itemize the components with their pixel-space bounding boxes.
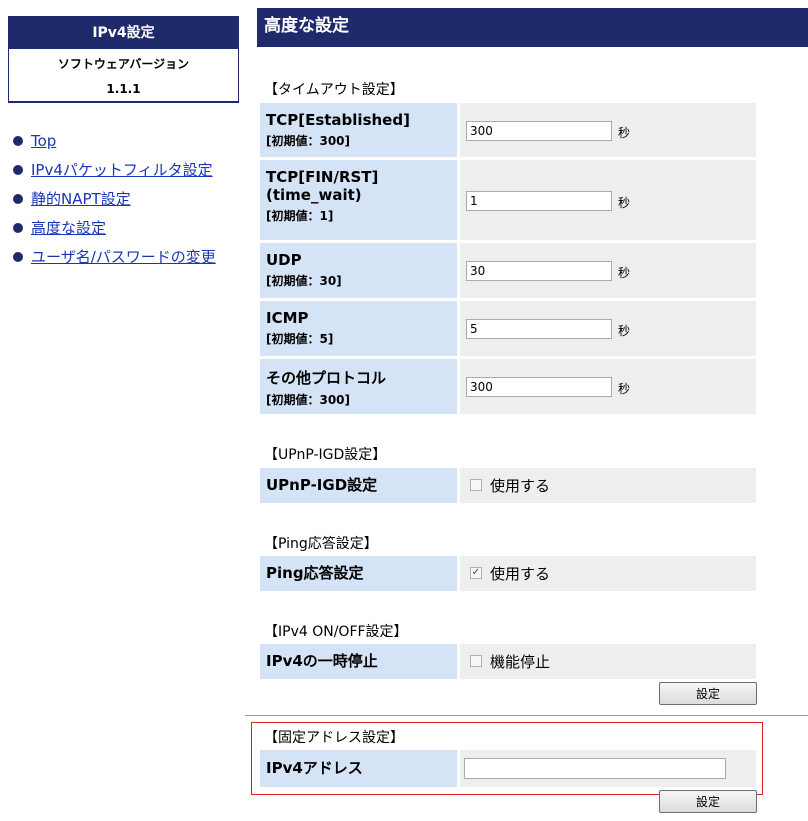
ping-section-label: 【Ping応答設定】	[264, 536, 378, 552]
tcp-fin-rst-label: TCP[FIN/RST] (time_wait) [初期値：1]	[260, 160, 457, 240]
fixed-address-set-button[interactable]: 設定	[659, 790, 757, 813]
nav-item-advanced: 高度な設定	[13, 213, 216, 242]
bullet-icon	[13, 222, 23, 233]
upnp-cell: 使用する	[460, 468, 756, 503]
icmp-label: ICMP [初期値：5]	[260, 301, 457, 356]
nav-link-password[interactable]: ユーザ名/パスワードの変更	[31, 246, 216, 267]
row-init-value: [初期値：300]	[266, 393, 351, 407]
sidebar-title: IPv4設定	[9, 17, 238, 49]
tcp-established-label: TCP[Established] [初期値：300]	[260, 103, 457, 157]
nav-link-top[interactable]: Top	[31, 132, 56, 150]
ipv4-pause-cell: 機能停止	[460, 644, 756, 679]
ipv4-address-cell	[460, 750, 756, 787]
software-version-label: ソフトウェアバージョン	[57, 57, 190, 71]
other-protocol-label: その他プロトコル [初期値：300]	[260, 359, 457, 414]
row-name: その他プロトコル	[266, 369, 387, 387]
ping-cell: ✓ 使用する	[460, 556, 756, 591]
udp-input[interactable]	[466, 261, 612, 281]
icmp-input[interactable]	[466, 319, 612, 339]
udp-cell: 秒	[460, 243, 756, 298]
page-title: 高度な設定	[257, 8, 808, 47]
unit-seconds: 秒	[618, 382, 631, 396]
nav-link-packet-filter[interactable]: IPv4パケットフィルタ設定	[31, 159, 213, 180]
nav-link-static-napt[interactable]: 静的NAPT設定	[31, 188, 131, 209]
unit-seconds: 秒	[618, 266, 631, 280]
upnp-label: UPnP-IGD設定	[260, 468, 457, 503]
row-init-value: [初期値：1]	[266, 209, 334, 223]
ipv4-address-input[interactable]	[464, 758, 726, 779]
nav-item-password: ユーザ名/パスワードの変更	[13, 242, 216, 271]
row-name-2: (time_wait)	[266, 186, 362, 204]
udp-label: UDP [初期値：30]	[260, 243, 457, 298]
sidebar-info-box: IPv4設定 ソフトウェアバージョン 1.1.1	[8, 16, 239, 103]
bullet-icon	[13, 135, 23, 146]
nav-item-top: Top	[13, 126, 216, 155]
ipv4-pause-checkbox[interactable]	[470, 655, 482, 667]
upnp-checkbox[interactable]	[470, 479, 482, 491]
bullet-icon	[13, 251, 23, 262]
nav-link-advanced[interactable]: 高度な設定	[31, 217, 106, 238]
row-init-value: [初期値：30]	[266, 274, 342, 288]
ping-checkbox[interactable]: ✓	[470, 567, 482, 579]
row-name: UDP	[266, 251, 302, 269]
nav-item-packet-filter: IPv4パケットフィルタ設定	[13, 155, 216, 184]
fixed-address-section-label: 【固定アドレス設定】	[264, 730, 404, 746]
unit-seconds: 秒	[618, 324, 631, 338]
divider	[245, 715, 808, 716]
software-version-value: 1.1.1	[106, 82, 141, 96]
other-protocol-input[interactable]	[466, 377, 612, 397]
icmp-cell: 秒	[460, 301, 756, 356]
tcp-fin-rst-cell: 秒	[460, 160, 756, 240]
tcp-established-input[interactable]	[466, 121, 612, 141]
ipv4-address-label: IPv4アドレス	[260, 750, 457, 787]
timeout-section-label: 【タイムアウト設定】	[264, 82, 404, 98]
set-button[interactable]: 設定	[659, 682, 757, 705]
bullet-icon	[13, 193, 23, 204]
other-protocol-cell: 秒	[460, 359, 756, 414]
row-name: ICMP	[266, 309, 309, 327]
ping-checkbox-label: 使用する	[490, 565, 551, 583]
row-name: TCP[FIN/RST]	[266, 168, 379, 186]
tcp-established-cell: 秒	[460, 103, 756, 157]
row-init-value: [初期値：5]	[266, 332, 334, 346]
row-init-value: [初期値：300]	[266, 134, 351, 148]
ping-label: Ping応答設定	[260, 556, 457, 591]
unit-seconds: 秒	[618, 196, 631, 210]
ipv4-pause-checkbox-label: 機能停止	[490, 653, 551, 671]
upnp-checkbox-label: 使用する	[490, 477, 551, 495]
tcp-fin-rst-input[interactable]	[466, 191, 612, 211]
sidebar-nav: Top IPv4パケットフィルタ設定 静的NAPT設定 高度な設定 ユーザ名/パ…	[13, 126, 216, 271]
bullet-icon	[13, 164, 23, 175]
row-name: TCP[Established]	[266, 111, 410, 129]
ipv4-pause-label: IPv4の一時停止	[260, 644, 457, 679]
unit-seconds: 秒	[618, 126, 631, 140]
upnp-section-label: 【UPnP-IGD設定】	[264, 447, 387, 463]
ipv4-onoff-section-label: 【IPv4 ON/OFF設定】	[264, 624, 408, 640]
nav-item-static-napt: 静的NAPT設定	[13, 184, 216, 213]
